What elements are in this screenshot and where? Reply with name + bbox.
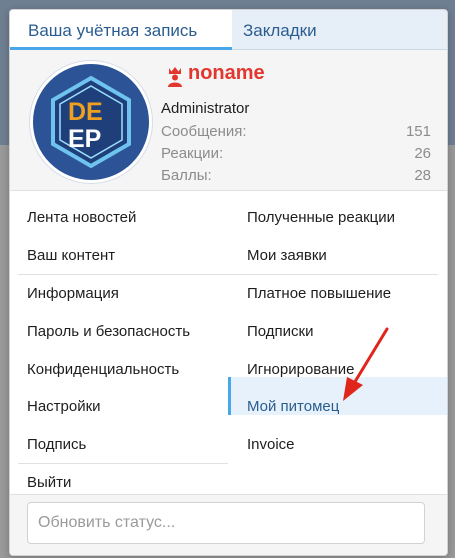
stat-label: Баллы: — [161, 167, 212, 184]
menu-item-my-pet[interactable]: Мой питомец — [247, 388, 339, 426]
menu-item-subscriptions[interactable]: Подписки — [247, 313, 314, 351]
tab-bookmarks[interactable]: Закладки — [243, 10, 353, 49]
menu-divider — [18, 463, 228, 464]
user-role: Administrator — [161, 100, 250, 117]
admin-crown-icon — [168, 67, 182, 87]
menu-item-signature[interactable]: Подпись — [27, 426, 86, 464]
menu-item-information[interactable]: Информация — [27, 275, 119, 313]
stat-label: Сообщения: — [161, 123, 247, 140]
menu-item-password[interactable]: Пароль и безопасность — [27, 313, 190, 351]
stat-value: 28 — [414, 167, 431, 184]
deep-logo-icon: DE EP — [51, 75, 131, 169]
username[interactable]: noname — [188, 62, 265, 85]
avatar-letters-top: DE — [68, 98, 103, 126]
account-tabs: Ваша учётная запись Закладки — [10, 10, 447, 50]
avatar[interactable]: DE EP — [30, 61, 152, 183]
status-input[interactable] — [27, 502, 425, 544]
account-menu-popup: Ваша учётная запись Закладки DE EP nonam… — [9, 9, 448, 556]
stat-reactions[interactable]: Реакции: 26 — [161, 145, 431, 162]
menu-item-privacy[interactable]: Конфиденциальность — [27, 351, 179, 389]
stat-value: 26 — [414, 145, 431, 162]
menu-item-invoice[interactable]: Invoice — [247, 426, 295, 464]
menu-item-news-feed[interactable]: Лента новостей — [27, 199, 136, 237]
menu-item-your-content[interactable]: Ваш контент — [27, 237, 115, 275]
avatar-letters-bottom: EP — [68, 125, 101, 153]
tab-your-account[interactable]: Ваша учётная запись — [10, 10, 232, 50]
profile-summary: DE EP noname Administrator Сообщения: 15… — [10, 50, 447, 191]
status-update-area — [10, 494, 447, 555]
menu-divider — [18, 274, 438, 275]
menu-item-my-requests[interactable]: Мои заявки — [247, 237, 327, 275]
stat-value: 151 — [405, 123, 431, 140]
stat-label: Реакции: — [161, 145, 224, 162]
stat-messages[interactable]: Сообщения: 151 — [161, 123, 431, 140]
red-arrow-annotation-icon — [343, 327, 389, 401]
menu-item-paid-upgrade[interactable]: Платное повышение — [247, 275, 391, 313]
menu-item-settings[interactable]: Настройки — [27, 388, 101, 426]
stat-points[interactable]: Баллы: 28 — [161, 167, 431, 184]
menu-item-received-reactions[interactable]: Полученные реакции — [247, 199, 395, 237]
